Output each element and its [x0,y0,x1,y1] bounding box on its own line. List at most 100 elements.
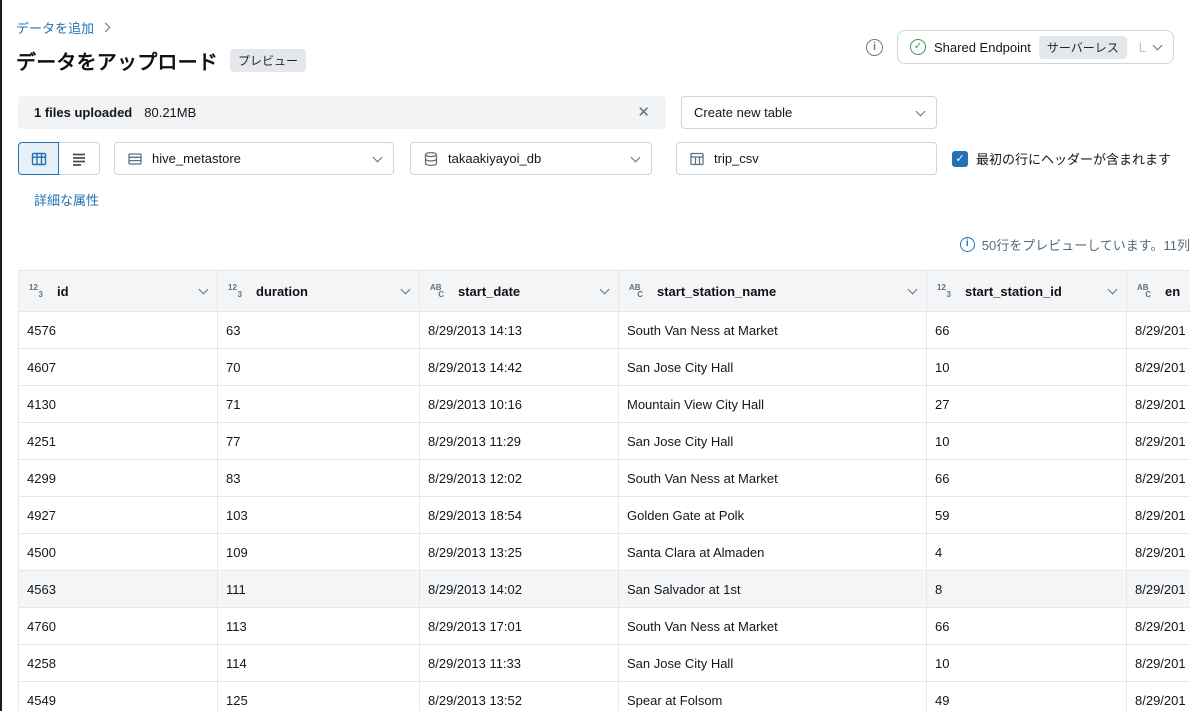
table-cell: 8/29/201 [1126,385,1190,423]
table-cell: 8/29/2013 10:16 [419,385,619,423]
table-cell: 8/29/201 [1126,607,1190,645]
advanced-attributes-link[interactable]: 詳細な属性 [34,190,99,209]
first-row-header-option[interactable]: ✓ 最初の行にヘッダーが含まれます [952,149,1171,168]
table-cell: 4258 [18,644,218,682]
table-cell: Mountain View City Hall [618,385,927,423]
table-cell: 8/29/2013 11:33 [419,644,619,682]
table-view-toggle[interactable] [18,142,59,175]
table-cell: 49 [926,681,1127,711]
endpoint-name: Shared Endpoint [934,39,1031,55]
serverless-badge: サーバーレス [1038,35,1127,59]
table-body: 4576 63 8/29/2013 14:13 South Van Ness at M… [18,311,1190,711]
table-cell: 109 [217,533,420,571]
table-row: 4130 71 8/29/2013 10:16 Mountain View City … [18,385,1190,423]
table-row: 4549 125 8/29/2013 13:52 Spear at Folsom 49 8… [18,681,1190,711]
table-cell: 59 [926,496,1127,534]
chevron-down-icon [1107,284,1118,295]
preview-badge: プレビュー [230,49,307,72]
column-name: start_date [458,283,521,299]
table-cell: Santa Clara at Almaden [618,533,927,571]
schema-value: takaakiyayoi_db [448,151,542,166]
preview-info-text: 50行をプレビューしています。11列 [981,238,1190,253]
column-header-start_station_id[interactable]: 12 3 start_station_id [926,270,1127,312]
table-cell: San Jose City Hall [618,644,927,682]
table-icon [689,151,705,167]
table-cell: 103 [217,496,420,534]
table-cell: San Salvador at 1st [618,570,927,608]
table-cell: 8/29/201 [1126,348,1190,386]
table-cell: 63 [217,311,420,349]
chevron-down-icon [630,152,641,162]
table-cell: 4927 [18,496,218,534]
column-name: id [57,283,69,299]
table-row: 4500 109 8/29/2013 13:25 Santa Clara at Alm… [18,533,1190,571]
catalog-value: hive_metastore [152,151,241,166]
schema-picker[interactable]: takaakiyayoi_db [410,142,652,175]
header-right: i ✓ Shared Endpoint サーバーレス L [866,30,1174,64]
table-cell: 10 [926,644,1127,682]
table-cell: 8/29/201 [1126,533,1190,571]
endpoint-extra-label: L [1138,39,1146,55]
table-cell: 8/29/201 [1126,311,1190,349]
info-icon[interactable]: i [866,38,884,56]
table-cell: 4760 [18,607,218,645]
chevron-down-icon [400,284,411,295]
list-icon [71,151,87,167]
chevron-down-icon [599,284,610,295]
column-header-en[interactable]: AB C en [1126,270,1190,312]
info-icon: i [959,237,975,252]
upload-size-label: 80.21MB [144,105,197,120]
check-circle-icon: ✓ [910,39,927,55]
table-cell: 8/29/2013 13:25 [419,533,619,571]
table-cell: 4563 [18,570,218,608]
table-cell: 4549 [18,681,218,711]
table-cell: 71 [217,385,420,423]
table-cell: South Van Ness at Market [618,311,927,349]
column-name: en [1165,283,1181,299]
table-name-field [676,142,937,175]
column-header-start_station_name[interactable]: AB C start_station_name [618,270,927,312]
table-cell: 8/29/2013 18:54 [419,496,619,534]
table-row: 4563 111 8/29/2013 14:02 San Salvador at 1s… [18,570,1190,608]
table-cell: 8/29/2013 12:02 [419,459,619,497]
table-cell: 4251 [18,422,218,460]
table-cell: 4 [926,533,1127,571]
table-cell: 66 [926,311,1127,349]
number-type-icon: 12 3 [29,283,43,299]
table-row: 4251 77 8/29/2013 11:29 San Jose City Hall 1… [18,422,1190,460]
close-icon[interactable]: ✕ [637,105,650,120]
table-cell: 4576 [18,311,218,349]
breadcrumb-link-add-data[interactable]: データを追加 [16,18,94,37]
checkbox-checked-icon[interactable]: ✓ [952,150,968,167]
column-header-start_date[interactable]: AB C start_date [419,270,619,312]
catalog-picker[interactable]: hive_metastore [114,142,394,175]
list-view-toggle[interactable] [59,142,100,175]
string-type-icon: AB C [629,283,643,299]
table-name-input[interactable] [714,151,924,166]
chevron-down-icon [1152,40,1163,51]
breadcrumb: データを追加 [16,18,306,37]
table-cell: South Van Ness at Market [618,607,927,645]
column-header-id[interactable]: 12 3 id [18,270,218,312]
table-row: 4760 113 8/29/2013 17:01 South Van Ness at … [18,607,1190,645]
table-cell: 8/29/201 [1126,496,1190,534]
table-cell: 4130 [18,385,218,423]
chevron-down-icon [907,284,918,295]
table-cell: 4500 [18,533,218,571]
table-cell: 8 [926,570,1127,608]
table-cell: 8/29/2013 14:13 [419,311,619,349]
create-table-select[interactable]: Create new table [681,96,937,129]
table-row: 4258 114 8/29/2013 11:33 San Jose City Hall… [18,644,1190,682]
table-cell: San Jose City Hall [618,348,927,386]
table-cell: 8/29/2013 14:02 [419,570,619,608]
endpoint-selector[interactable]: ✓ Shared Endpoint サーバーレス L [897,30,1174,64]
chevron-down-icon [198,284,209,295]
table-cell: Golden Gate at Polk [618,496,927,534]
chevron-down-icon [915,106,926,116]
table-cell: 8/29/2013 11:29 [419,422,619,460]
table-cell: 10 [926,422,1127,460]
string-type-icon: AB C [1137,283,1151,299]
header-left: データを追加 データをアップロード プレビュー [16,18,307,75]
top-bar: データを追加 データをアップロード プレビュー i ✓ Shared Endpo… [2,0,1190,75]
column-header-duration[interactable]: 12 3 duration [217,270,420,312]
